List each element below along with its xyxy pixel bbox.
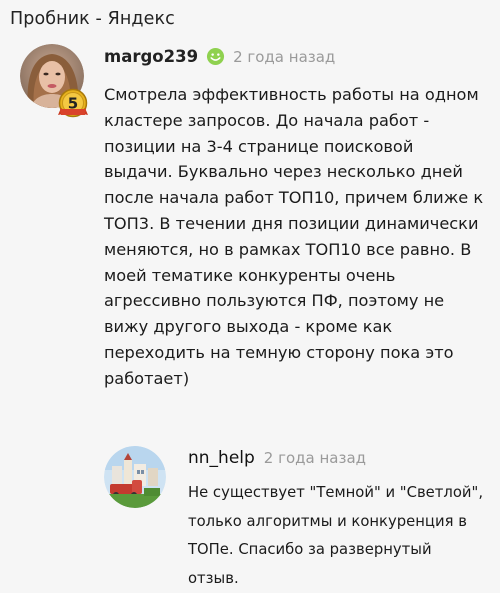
comment-text-line: моей тематике конкуренты очень	[104, 265, 396, 285]
comment-text: Смотрела эффективность работы на одном к…	[104, 82, 494, 392]
comment-text-line: позиции на 3-4 странице поисковой	[104, 136, 414, 156]
comment-author[interactable]: margo239	[104, 47, 198, 66]
level-badge-number: 5	[68, 95, 78, 113]
comment-text-line: ТОПе. Спасибо за развернутый	[188, 541, 432, 558]
comment-text-line: только алгоритмы и конкуренция в	[188, 512, 467, 530]
comment-text-line: агрессивно пользуются ПФ, поэтому не	[104, 291, 445, 311]
comment-text-line: кластере запросов. До начала работ -	[104, 110, 430, 130]
comment-text-line: переходить на темную сторону пока это	[104, 342, 454, 362]
comment-author[interactable]: nn_help	[188, 448, 255, 468]
comment-meta: nn_help 2 года назад	[188, 448, 366, 468]
comment-text-line: ТОП3. В течении дня позиции динамически	[104, 213, 479, 233]
comment-text-line: вижу другого выхода - кроме как	[104, 317, 393, 337]
comment-text-line: Смотрела эффективность работы на одном	[104, 85, 479, 104]
comment-text-line: работает)	[104, 368, 190, 388]
comment-text-line: после начала работ ТОП10, причем ближе к	[104, 188, 484, 208]
smiley-online-icon	[207, 47, 225, 66]
comment-meta: margo239 2 года назад	[104, 47, 335, 66]
page-title: Пробник - Яндекс	[10, 9, 175, 29]
comment-text-line: меняются, но в рамках ТОП10 все равно. В	[104, 239, 472, 259]
avatar[interactable]	[104, 446, 166, 508]
avatar-wrap: 5	[20, 44, 88, 118]
level-badge-icon: 5	[58, 88, 88, 118]
comment-date: 2 года назад	[233, 47, 336, 66]
comment-text-line: отзыв.	[188, 569, 239, 587]
avatar-wrap	[104, 446, 166, 508]
comment-date: 2 года назад	[263, 449, 367, 467]
comment-text: Не существует "Темной" и "Светлой", толь…	[188, 479, 493, 593]
comment-text-line: выдачи. Буквально через несколько дней	[104, 162, 463, 182]
comment-text-line: Не существует "Темной" и "Светлой",	[188, 484, 484, 501]
